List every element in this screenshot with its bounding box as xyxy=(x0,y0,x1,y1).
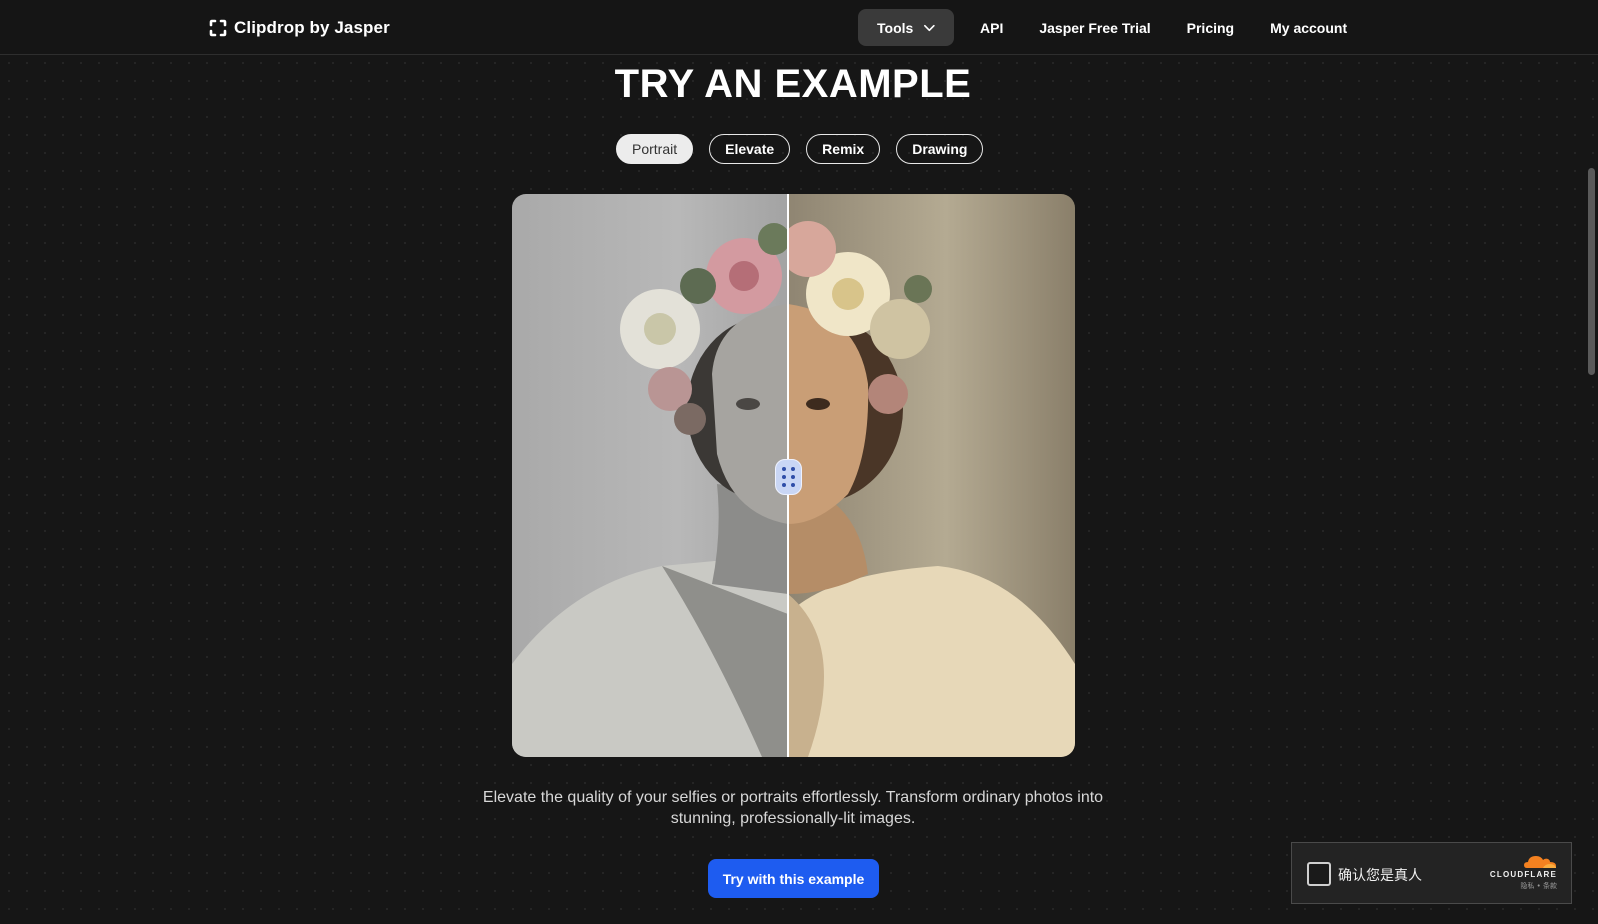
after-image xyxy=(788,194,1075,757)
try-example-button[interactable]: Try with this example xyxy=(708,859,879,898)
page-scrollbar[interactable] xyxy=(1588,168,1595,375)
portrait-before-illustration xyxy=(512,223,788,757)
cloudflare-cloud-icon xyxy=(1524,856,1556,868)
nav-link-my-account[interactable]: My account xyxy=(1252,9,1365,46)
tab-remix[interactable]: Remix xyxy=(806,134,881,164)
captcha-checkbox[interactable] xyxy=(1307,862,1331,886)
tools-dropdown[interactable]: Tools xyxy=(858,9,954,46)
description-line-2: stunning, professionally-lit images. xyxy=(670,810,916,827)
section-title: TRY AN EXAMPLE xyxy=(614,62,972,106)
nav-link-jasper-free-trial[interactable]: Jasper Free Trial xyxy=(1021,9,1168,46)
before-image xyxy=(512,194,788,757)
example-tabs: Portrait Elevate Remix Drawing xyxy=(616,134,984,164)
nav-link-api[interactable]: API xyxy=(962,9,1021,46)
drag-handle-icon[interactable] xyxy=(775,459,802,495)
chevron-down-icon xyxy=(924,24,936,31)
portrait-after-illustration xyxy=(788,221,1075,757)
logo-text: Clipdrop by Jasper xyxy=(234,18,390,37)
tab-elevate[interactable]: Elevate xyxy=(709,134,791,164)
cloudflare-captcha-widget: 确认您是真人 CLOUDFLARE 隐私 • 条款 xyxy=(1291,842,1572,904)
example-description: Elevate the quality of your selfies or p… xyxy=(0,787,1586,829)
logo[interactable]: Clipdrop by Jasper xyxy=(208,16,390,40)
top-navigation-bar: Clipdrop by Jasper Tools API Jasper Free… xyxy=(0,0,1598,55)
tools-label: Tools xyxy=(877,19,914,36)
captcha-privacy-terms-links[interactable]: 隐私 • 条款 xyxy=(1487,881,1557,891)
cloudflare-wordmark: CLOUDFLARE xyxy=(1489,870,1557,879)
clipdrop-logo-icon xyxy=(209,19,227,37)
nav-link-pricing[interactable]: Pricing xyxy=(1169,9,1252,46)
cloudflare-branding: CLOUDFLARE 隐私 • 条款 xyxy=(1487,853,1557,891)
description-line-1: Elevate the quality of your selfies or p… xyxy=(482,789,1104,806)
tab-portrait[interactable]: Portrait xyxy=(616,134,694,164)
tab-drawing[interactable]: Drawing xyxy=(896,134,984,164)
main-nav: Tools API Jasper Free Trial Pricing My a… xyxy=(858,9,1365,46)
before-after-comparison[interactable] xyxy=(512,194,1075,757)
captcha-label: 确认您是真人 xyxy=(1338,868,1422,884)
